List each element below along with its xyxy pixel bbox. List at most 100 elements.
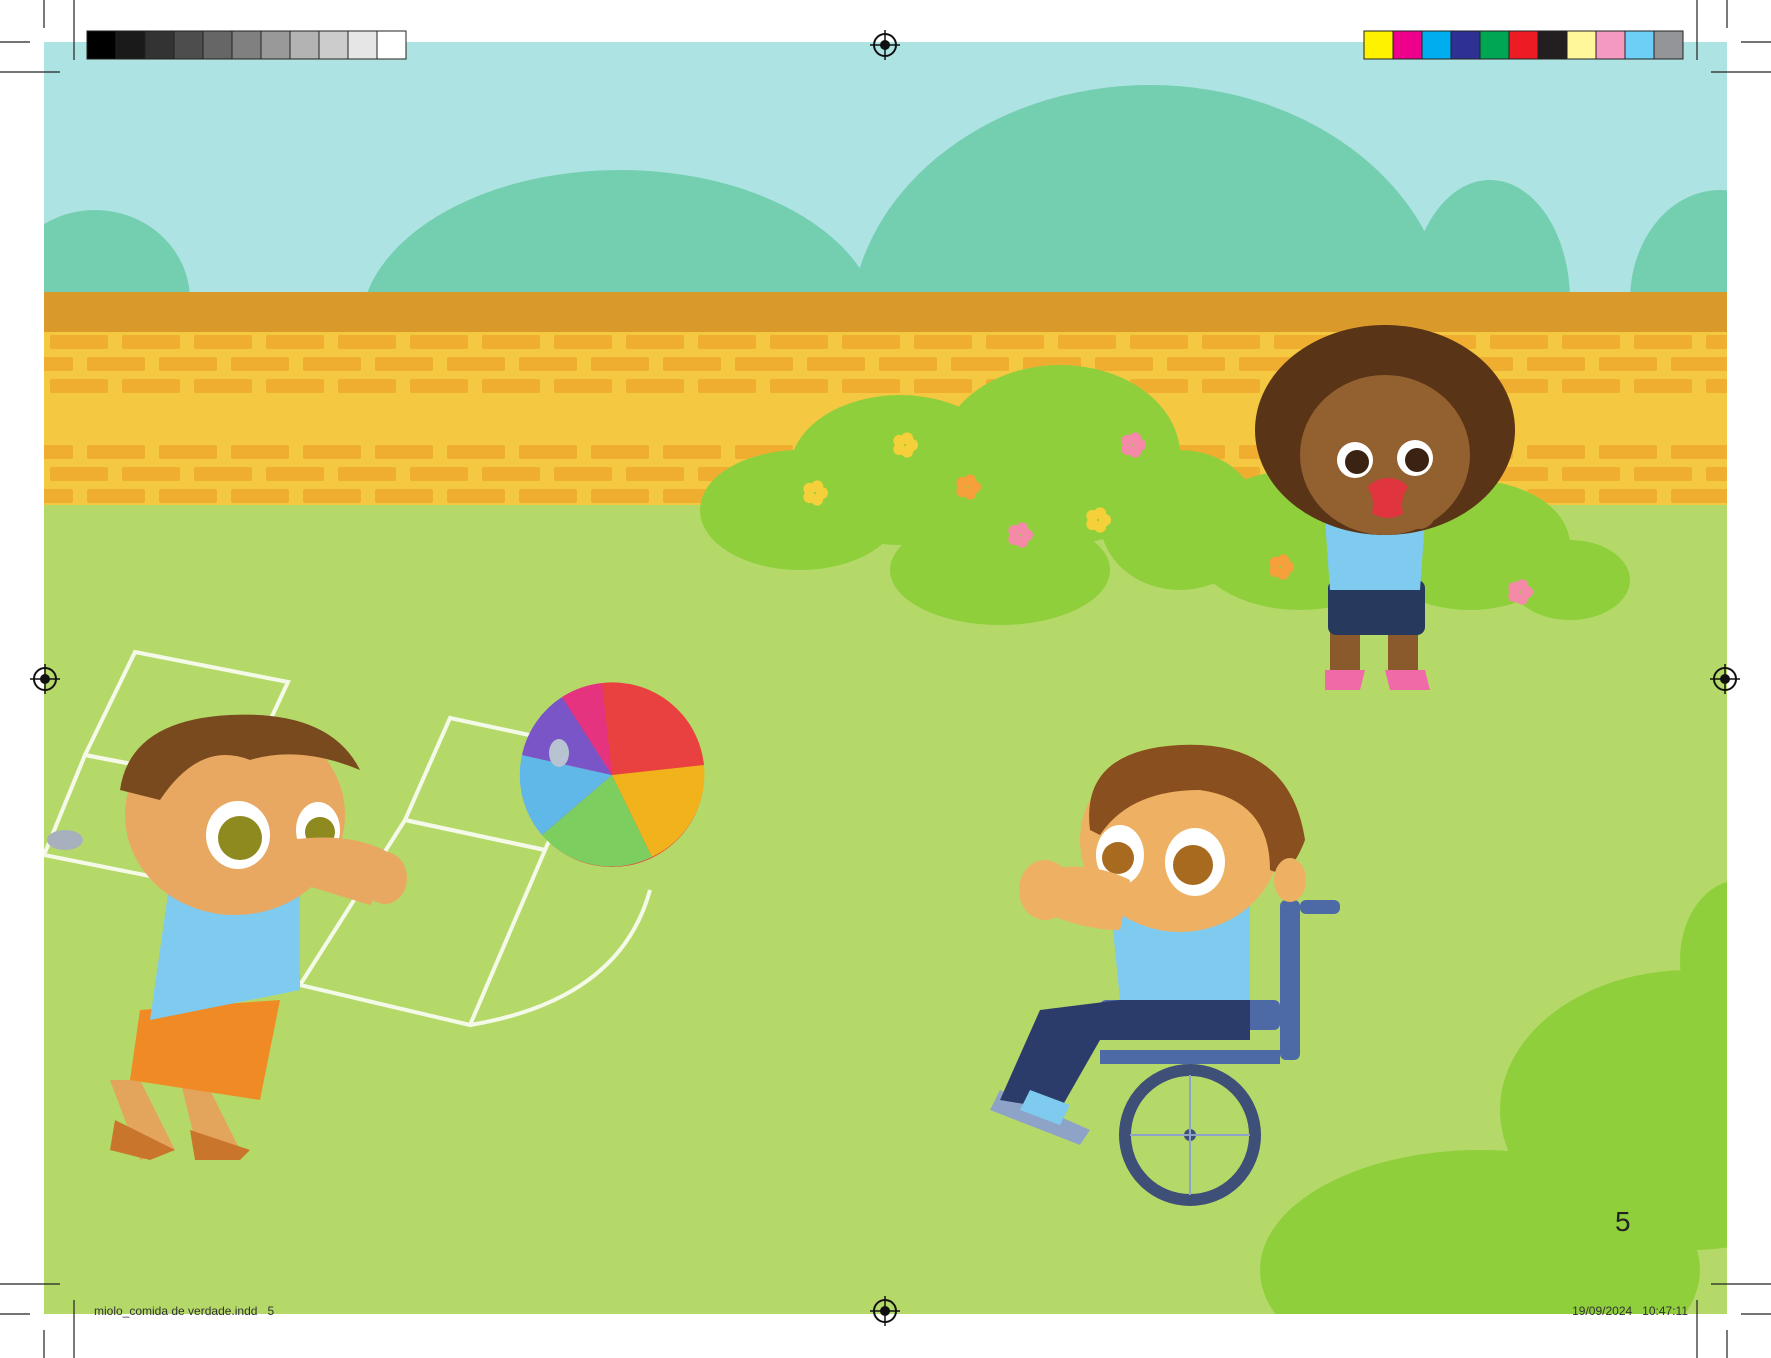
brick — [1562, 379, 1620, 393]
color-swatch — [1363, 30, 1394, 60]
brick — [50, 379, 108, 393]
brick — [1634, 467, 1692, 481]
brick — [447, 445, 505, 459]
brick — [626, 335, 684, 349]
brick — [842, 335, 900, 349]
slug-filename: miolo_comida de verdade.indd 5 — [94, 1304, 275, 1318]
brick — [338, 379, 396, 393]
brick — [663, 445, 721, 459]
brick — [159, 445, 217, 459]
brick — [122, 335, 180, 349]
brick — [194, 467, 252, 481]
grayscale-color-bar — [86, 30, 407, 60]
brick — [1202, 335, 1260, 349]
color-swatch — [1508, 30, 1539, 60]
brick — [554, 379, 612, 393]
page-illustration — [0, 0, 1771, 1358]
brick — [87, 489, 145, 503]
slug-timestamp: 19/09/2024 10:47:11 — [1572, 1304, 1688, 1318]
brick — [807, 357, 865, 371]
color-swatch — [202, 30, 233, 60]
brick — [194, 379, 252, 393]
brick — [1599, 445, 1657, 459]
brick — [482, 467, 540, 481]
brick — [338, 467, 396, 481]
brick — [231, 489, 289, 503]
brick — [194, 335, 252, 349]
color-swatch — [289, 30, 320, 60]
brick — [914, 379, 972, 393]
brick — [1599, 357, 1657, 371]
color-swatch — [260, 30, 291, 60]
color-swatch — [347, 30, 378, 60]
brick — [698, 379, 756, 393]
brick — [770, 379, 828, 393]
color-swatch — [1653, 30, 1684, 60]
brick — [159, 489, 217, 503]
beach-ball[interactable] — [519, 682, 705, 867]
brick — [519, 445, 577, 459]
brick — [554, 467, 612, 481]
brick — [626, 379, 684, 393]
brick — [303, 445, 361, 459]
brick — [266, 379, 324, 393]
brick — [44, 489, 73, 503]
brick — [1706, 467, 1727, 481]
brick — [663, 357, 721, 371]
brick — [122, 379, 180, 393]
brick — [303, 357, 361, 371]
color-swatch — [144, 30, 175, 60]
color-swatch — [1479, 30, 1510, 60]
brick — [986, 335, 1044, 349]
brick — [50, 335, 108, 349]
color-swatch — [1624, 30, 1655, 60]
brick — [375, 357, 433, 371]
brick — [1058, 335, 1116, 349]
brick — [1095, 357, 1153, 371]
process-color-bar — [1363, 30, 1684, 60]
brick — [1671, 357, 1727, 371]
color-swatch — [86, 30, 117, 60]
brick — [303, 489, 361, 503]
brick — [1130, 335, 1188, 349]
brick — [519, 357, 577, 371]
color-swatch — [173, 30, 204, 60]
brick — [1634, 335, 1692, 349]
color-swatch — [1392, 30, 1423, 60]
brick — [1671, 489, 1727, 503]
brick — [770, 335, 828, 349]
brick — [482, 379, 540, 393]
brick — [44, 445, 73, 459]
brick — [1562, 467, 1620, 481]
brick — [951, 357, 1009, 371]
brick — [1527, 445, 1585, 459]
wall-top — [44, 292, 1727, 332]
brick — [266, 335, 324, 349]
color-swatch — [231, 30, 262, 60]
brick — [44, 357, 73, 371]
color-swatch — [376, 30, 407, 60]
brick — [626, 467, 684, 481]
brick — [87, 445, 145, 459]
color-swatch — [1421, 30, 1452, 60]
brick — [1490, 335, 1548, 349]
brick — [591, 445, 649, 459]
brick — [1706, 335, 1727, 349]
brick — [842, 379, 900, 393]
brick — [1634, 379, 1692, 393]
brick — [1167, 357, 1225, 371]
brick — [1671, 445, 1727, 459]
brick — [410, 379, 468, 393]
brick — [50, 467, 108, 481]
brick — [1599, 489, 1657, 503]
color-swatch — [1537, 30, 1568, 60]
brick — [375, 445, 433, 459]
brick — [698, 335, 756, 349]
color-swatch — [1566, 30, 1597, 60]
brick — [735, 357, 793, 371]
brick — [410, 335, 468, 349]
page-number: 5 — [1615, 1206, 1631, 1237]
brick — [87, 357, 145, 371]
brick — [375, 489, 433, 503]
brick — [879, 357, 937, 371]
